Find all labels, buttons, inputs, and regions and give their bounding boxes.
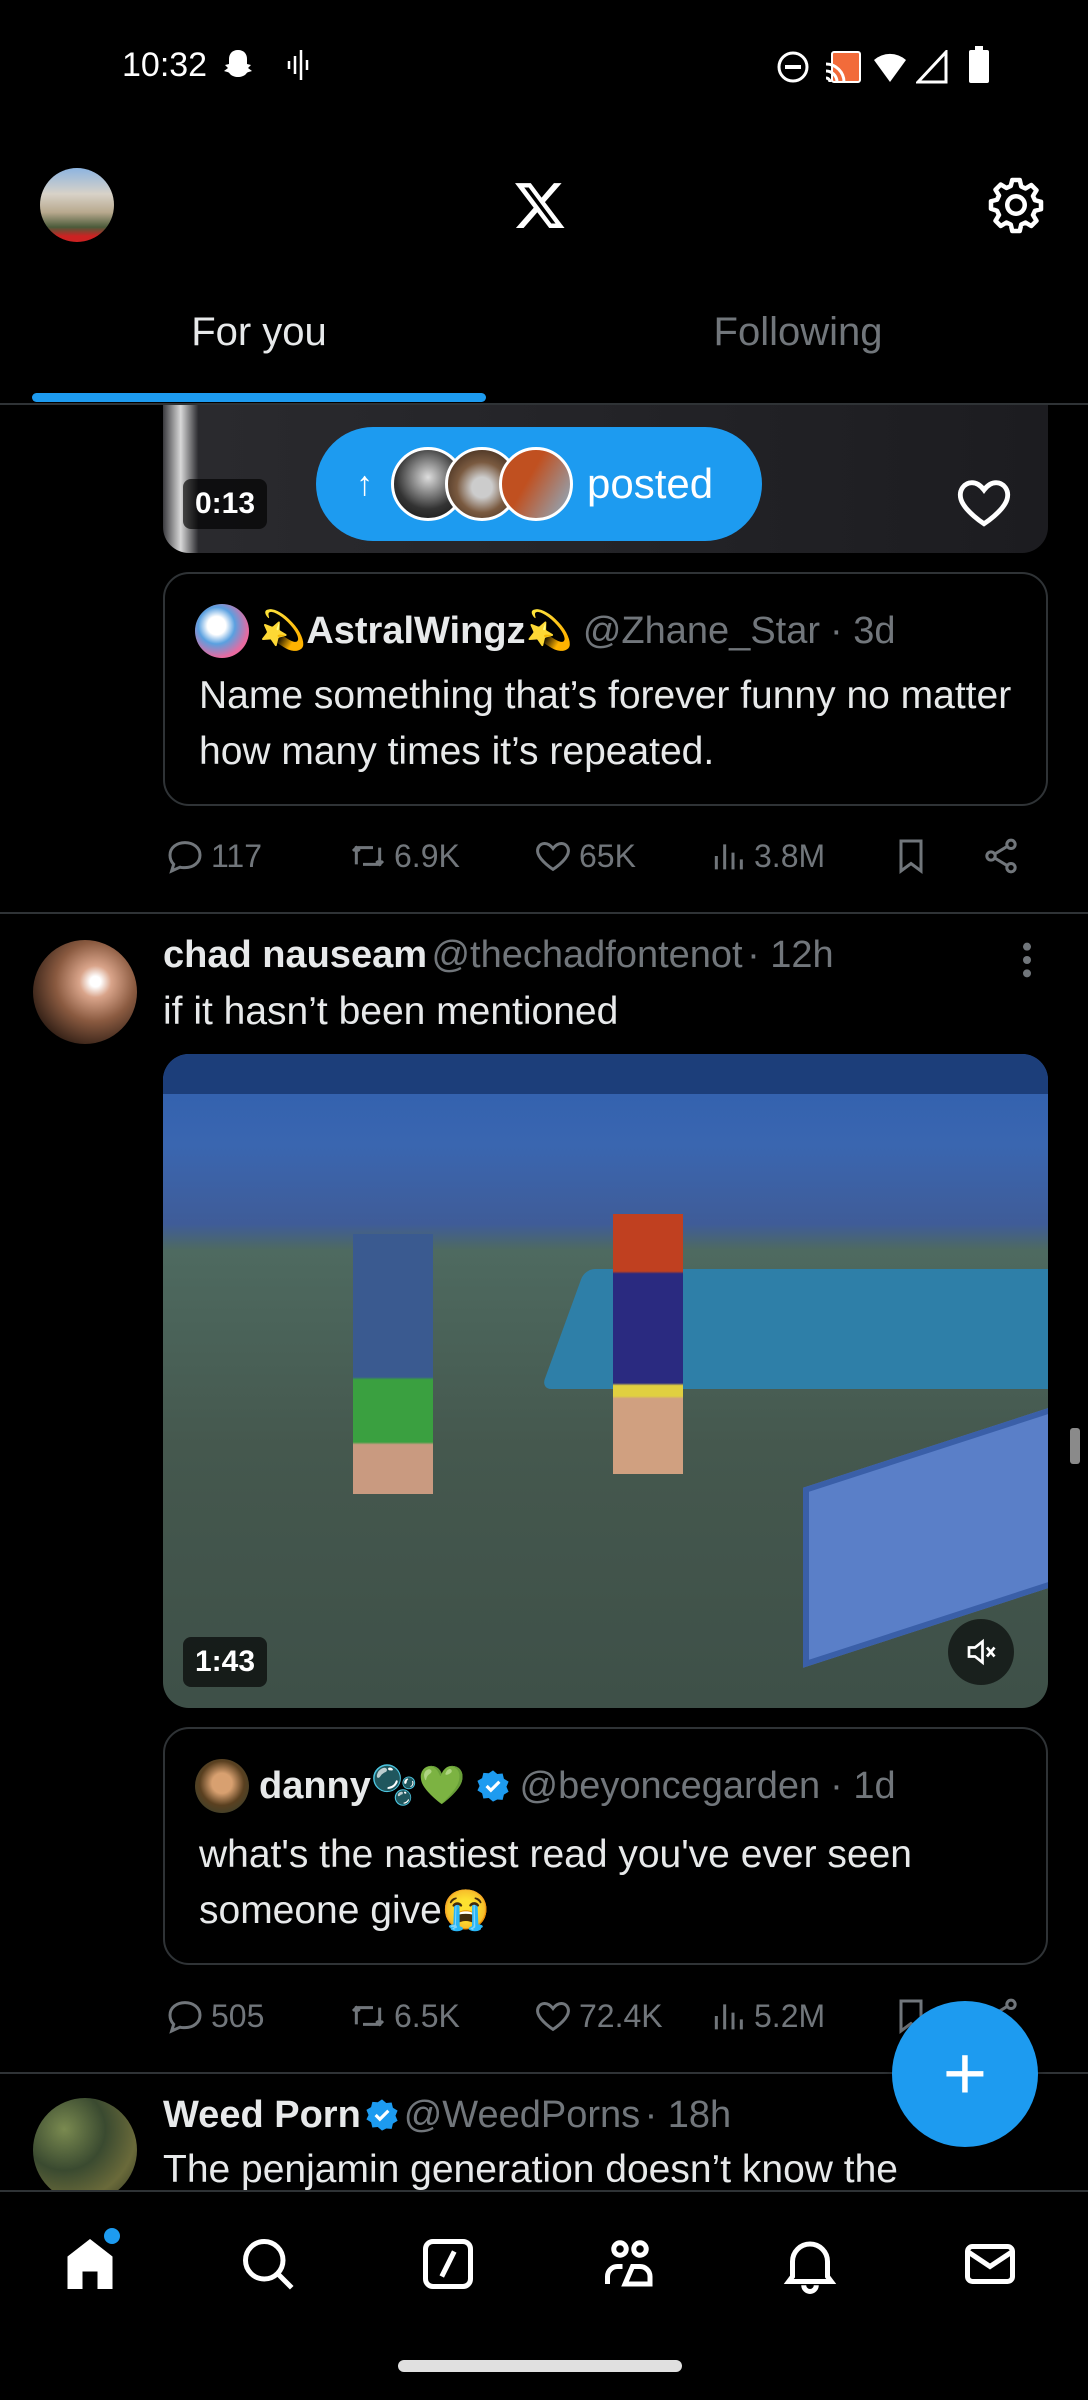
tweet-divider <box>0 912 1088 914</box>
more-options-icon[interactable] <box>1012 940 1042 980</box>
quote-author-avatar <box>195 604 249 658</box>
heart-icon[interactable] <box>953 473 1015 531</box>
repost-button[interactable]: 6.5K <box>348 1996 460 2036</box>
search-icon <box>243 2239 294 2290</box>
active-tab-indicator <box>32 393 486 402</box>
repost-icon <box>351 2005 385 2027</box>
reply-button[interactable]: 117 <box>165 836 262 876</box>
quoted-tweet[interactable]: danny🫧💚 @beyoncegarden · 1d what's the n… <box>163 1727 1048 1965</box>
mail-icon <box>965 2244 1015 2284</box>
speaker-muted-icon <box>967 1638 996 1666</box>
share-button[interactable] <box>981 836 1021 876</box>
tweet-text: The penjamin generation doesn’t know the <box>163 2148 898 2190</box>
nav-home[interactable] <box>60 2228 120 2299</box>
views-button[interactable]: 5.2M <box>708 1996 825 2036</box>
tweet-text: if it hasn’t been mentioned <box>163 990 619 1033</box>
arrow-up-icon: ↑ <box>356 464 373 503</box>
quote-text: Name something that’s forever funny no m… <box>199 674 1012 773</box>
repost-icon <box>351 845 385 867</box>
tab-following[interactable]: Following <box>518 310 1078 355</box>
posted-label: posted <box>587 460 714 507</box>
nav-search[interactable] <box>238 2234 298 2299</box>
profile-avatar[interactable] <box>40 168 114 242</box>
dnd-icon <box>777 51 809 83</box>
audio-wave-icon <box>287 50 309 80</box>
bell-icon <box>783 2241 837 2294</box>
quote-author-avatar <box>195 1759 249 1813</box>
like-button[interactable]: 72.4K <box>533 1996 663 2036</box>
verified-badge-icon <box>366 2099 398 2131</box>
verified-badge-icon <box>476 1770 509 1802</box>
video-scene-platform <box>803 1390 1048 1668</box>
like-button[interactable]: 65K <box>533 836 636 876</box>
tab-for-you[interactable]: For you <box>0 310 518 355</box>
video-player[interactable]: 1:43 <box>163 1054 1048 1708</box>
battery-icon <box>969 46 989 83</box>
signal-icon <box>916 50 948 84</box>
compose-button[interactable]: + <box>892 2001 1038 2147</box>
heart-icon <box>536 841 570 872</box>
home-indicator[interactable] <box>398 2360 682 2372</box>
plus-icon: + <box>942 2031 988 2116</box>
nav-messages[interactable] <box>960 2234 1020 2299</box>
views-chart-icon <box>714 844 743 870</box>
bottom-nav <box>0 2190 1088 2400</box>
heart-icon <box>536 2001 570 2032</box>
video-scene-person <box>353 1234 433 1494</box>
author-avatar[interactable] <box>33 2098 137 2190</box>
author-avatar[interactable] <box>33 940 137 1044</box>
snapchat-icon <box>224 50 252 77</box>
mute-button[interactable] <box>948 1619 1014 1685</box>
video-duration: 0:13 <box>183 479 268 529</box>
gear-icon[interactable] <box>986 175 1046 235</box>
new-posts-pill[interactable]: ↑ posted <box>316 427 762 541</box>
nav-communities[interactable] <box>600 2234 660 2299</box>
nav-grok[interactable] <box>418 2234 478 2299</box>
clock: 10:32 <box>122 46 208 84</box>
quoted-tweet[interactable]: 💫AstralWingz💫 @Zhane_Star · 3d Name some… <box>163 572 1048 806</box>
repost-button[interactable]: 6.9K <box>348 836 460 876</box>
share-icon <box>985 838 1017 874</box>
bookmark-icon <box>899 839 923 874</box>
wifi-icon <box>874 53 906 82</box>
reply-icon <box>168 2001 202 2034</box>
tweet-header: chad nauseam @thechadfontenot · 12h <box>163 934 834 976</box>
grok-icon <box>423 2239 473 2289</box>
quote-text: what's the nastiest read you've ever see… <box>199 1833 912 1932</box>
posted-avatar <box>499 447 573 521</box>
video-duration: 1:43 <box>183 1637 268 1687</box>
x-logo-icon[interactable] <box>512 178 568 232</box>
scrollbar[interactable] <box>1070 1428 1080 1464</box>
nav-notifications[interactable] <box>780 2234 840 2299</box>
tweet-actions: 117 6.9K 65K 3.8M <box>163 836 1048 886</box>
communities-icon <box>605 2240 653 2287</box>
cast-icon <box>825 51 861 83</box>
reply-icon <box>168 841 202 874</box>
notification-dot <box>104 2228 120 2244</box>
reply-button[interactable]: 505 <box>165 1996 264 2036</box>
video-scene-person <box>613 1214 683 1474</box>
views-button[interactable]: 3.8M <box>708 836 825 876</box>
bookmark-button[interactable] <box>891 836 931 876</box>
views-chart-icon <box>714 2004 743 2030</box>
video-scene-wall <box>163 1054 1048 1094</box>
tweet-header: Weed Porn @WeedPorns · 18h <box>163 2094 732 2136</box>
status-bar: 10:32 <box>0 40 1088 96</box>
